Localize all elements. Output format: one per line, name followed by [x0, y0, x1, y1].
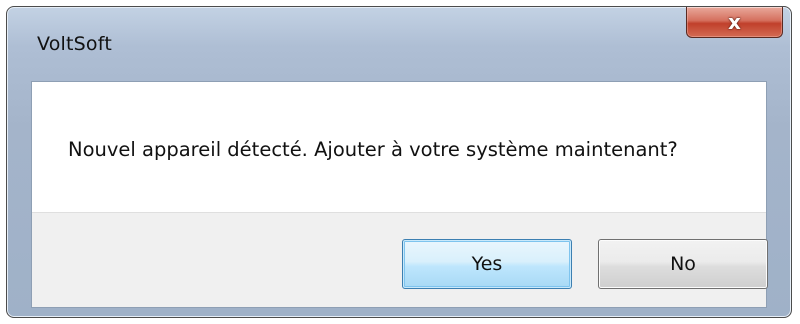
dialog-window: VoltSoft x Nouvel appareil détecté. Ajou…: [6, 6, 792, 318]
no-button[interactable]: No: [598, 239, 768, 289]
yes-button[interactable]: Yes: [402, 239, 572, 289]
close-button[interactable]: x: [686, 7, 783, 38]
dialog-content: Nouvel appareil détecté. Ajouter à votre…: [31, 81, 768, 308]
dialog-message: Nouvel appareil détecté. Ajouter à votre…: [68, 138, 678, 161]
button-bar: Yes No: [32, 212, 768, 307]
window-title: VoltSoft: [37, 33, 112, 55]
close-icon: x: [728, 10, 741, 34]
title-bar[interactable]: VoltSoft x: [7, 7, 791, 77]
